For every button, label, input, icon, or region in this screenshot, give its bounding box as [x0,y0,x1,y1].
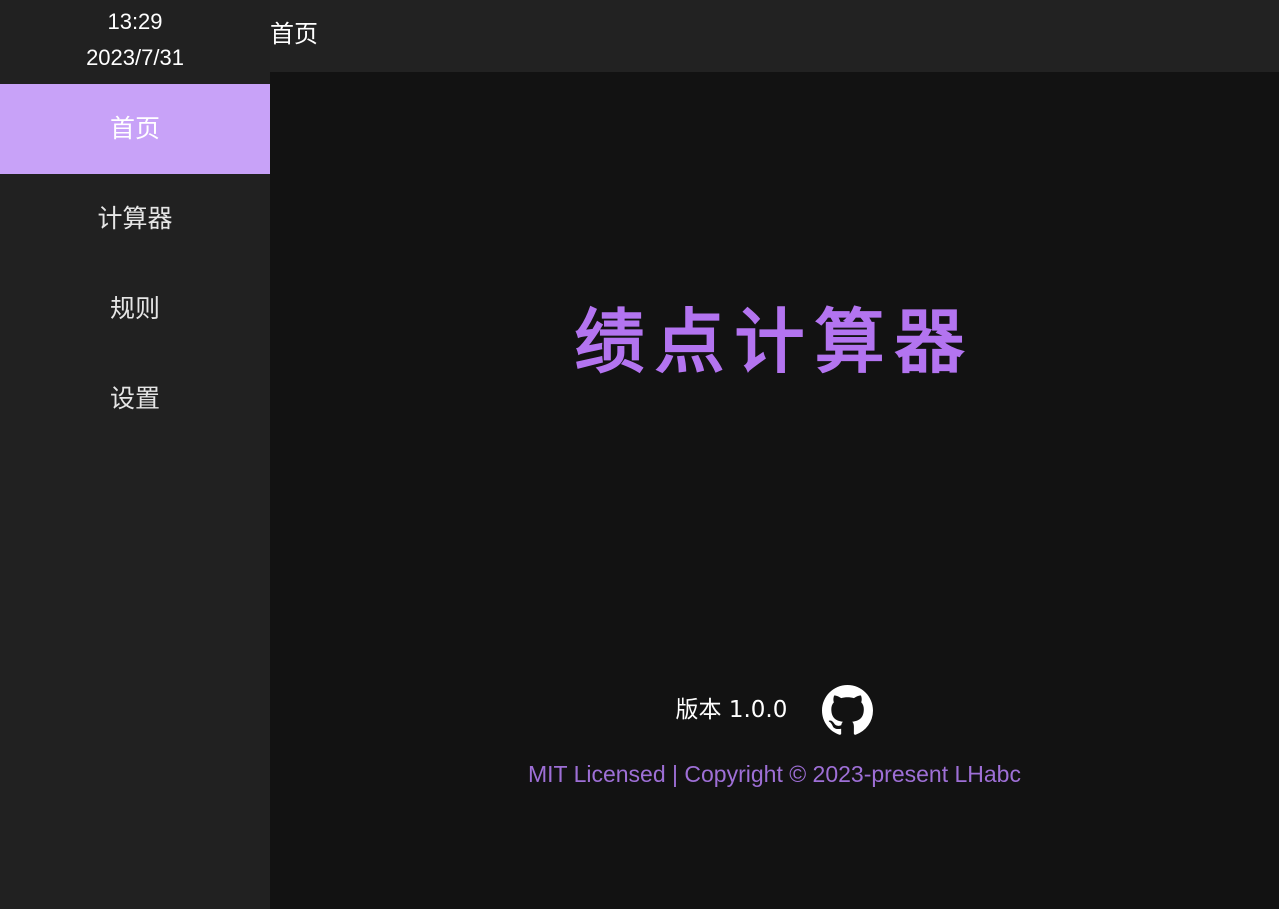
top-bar: 首页 [270,0,1279,72]
sidebar: 13:29 2023/7/31 首页 计算器 规则 设置 [0,0,270,909]
clock-date: 2023/7/31 [86,45,184,70]
github-icon[interactable] [822,684,874,736]
clock: 13:29 2023/7/31 [0,0,270,84]
main-content: 绩点计算器 版本 1.0.0 MIT Licensed | Copyright … [270,72,1279,909]
version-label: 版本 1.0.0 [675,697,788,723]
clock-time: 13:29 [107,9,163,34]
page-title: 首页 [270,20,318,48]
sidebar-nav: 首页 计算器 规则 设置 [0,84,270,444]
sidebar-item-rules[interactable]: 规则 [0,264,270,354]
sidebar-item-settings[interactable]: 设置 [0,354,270,444]
sidebar-item-home[interactable]: 首页 [0,84,270,174]
version-row: 版本 1.0.0 [270,684,1279,736]
sidebar-item-calculator[interactable]: 计算器 [0,174,270,264]
license-footer: MIT Licensed | Copyright © 2023-present … [528,761,1021,787]
app-title: 绩点计算器 [574,300,975,383]
